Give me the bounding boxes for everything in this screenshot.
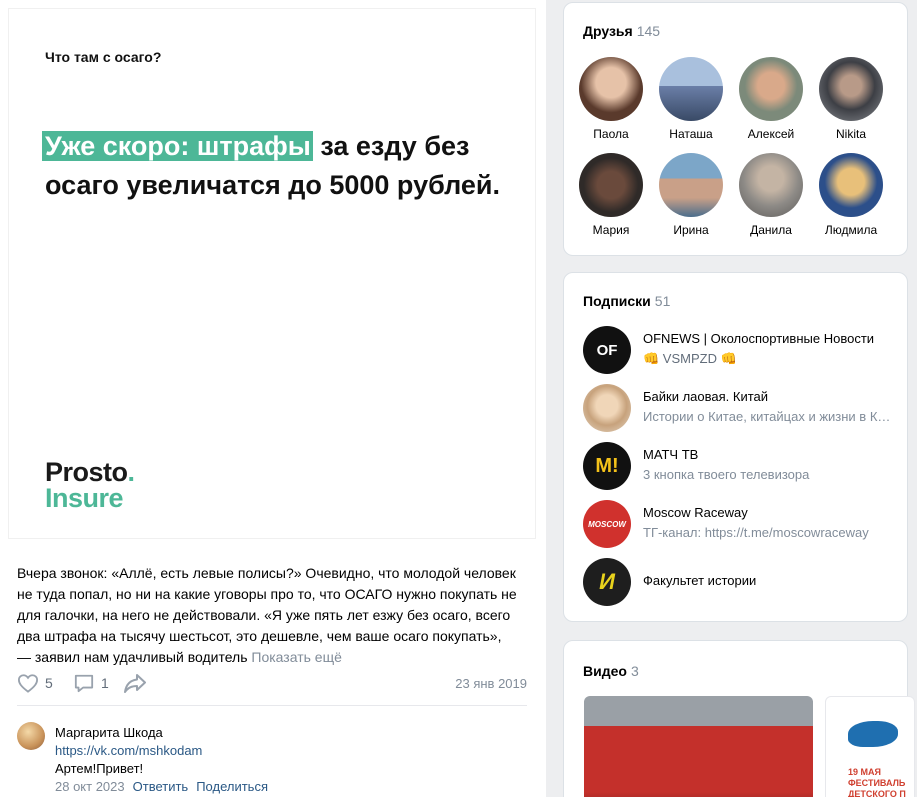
ofnews-avatar: OF (583, 326, 631, 374)
image-kicker: Что там с осаго? (45, 49, 162, 65)
friend-avatar (659, 57, 723, 121)
moscow-raceway-avatar: MOSCOW (583, 500, 631, 548)
subscriptions-title[interactable]: Подписки 51 (583, 293, 670, 309)
subscriptions-count: 51 (654, 293, 671, 309)
subscription-item[interactable]: MOSCOW Moscow Raceway ТГ-канал: https://… (583, 500, 893, 550)
friend-item[interactable]: Наташа (651, 57, 731, 141)
heart-icon (17, 673, 39, 693)
post-text: Вчера звонок: «Аллё, есть левые полисы?»… (17, 565, 517, 665)
divider (17, 705, 527, 706)
comment-text: Артем!Привет! (55, 761, 144, 776)
friend-avatar (819, 153, 883, 217)
friend-item[interactable]: Ирина (651, 153, 731, 237)
friends-count: 145 (636, 23, 661, 39)
friend-item[interactable]: Nikita (811, 57, 891, 141)
image-headline: Уже скоро: штрафы за езду без осаго увел… (42, 127, 505, 205)
share-comment-link[interactable]: Поделиться (196, 779, 268, 794)
friend-avatar (579, 57, 643, 121)
comment-author[interactable]: Маргарита Шкода (55, 724, 515, 742)
video-title[interactable]: Видео 3 (583, 663, 639, 679)
matchtv-avatar: M! (583, 442, 631, 490)
post-actions: 5 1 23 янв 2019 (17, 673, 527, 697)
post-image[interactable]: Что там с осаго? Уже скоро: штрафы за ез… (8, 8, 536, 539)
comment-count: 1 (101, 675, 109, 691)
prostoinsure-logo: Prosto. Insure (45, 457, 135, 513)
subscription-item[interactable]: И Факультет истории (583, 558, 893, 608)
friends-title[interactable]: Друзья 145 (583, 23, 660, 39)
subscription-item[interactable]: M! МАТЧ ТВ 3 кнопка твоего телевизора (583, 442, 893, 492)
post-date[interactable]: 23 янв 2019 (455, 676, 527, 691)
video-caption: 19 МАЯ ФЕСТИВАЛЬ ДЕТСКОГО П (848, 767, 906, 797)
show-more-link[interactable]: Показать ещё (251, 649, 342, 665)
comment-link[interactable]: https://vk.com/mshkodam (55, 742, 515, 760)
comment-icon (73, 673, 95, 693)
comment-avatar[interactable] (17, 722, 45, 750)
video-count: 3 (630, 663, 639, 679)
friend-item[interactable]: Данила (731, 153, 811, 237)
subscriptions-card: Подписки 51 OF OFNEWS | Околоспортивные Н… (563, 272, 908, 622)
friend-avatar (739, 153, 803, 217)
video-card: Видео 3 19 МАЯ ФЕСТИВАЛЬ ДЕТСКОГО П (563, 640, 915, 797)
friend-avatar (579, 153, 643, 217)
comment-date[interactable]: 28 окт 2023 (55, 779, 125, 794)
headline-highlight: Уже скоро: штрафы (42, 131, 313, 161)
friend-item[interactable]: Мария (571, 153, 651, 237)
friend-item[interactable]: Паола (571, 57, 651, 141)
reply-link[interactable]: Ответить (133, 779, 189, 794)
history-faculty-avatar: И (583, 558, 631, 606)
video-thumbnail[interactable] (584, 696, 813, 797)
friend-avatar (819, 57, 883, 121)
like-count: 5 (45, 675, 53, 691)
share-button[interactable] (123, 673, 147, 693)
subscription-item[interactable]: Байки лаовая. Китай Истории о Китае, кит… (583, 384, 893, 434)
subscription-item[interactable]: OF OFNEWS | Околоспортивные Новости 👊 VS… (583, 326, 893, 376)
baiki-avatar (583, 384, 631, 432)
friend-avatar (659, 153, 723, 217)
friends-card: Друзья 145 Паола Наташа Алексей Nikita Ма… (563, 2, 908, 256)
video-thumbnail[interactable]: 19 МАЯ ФЕСТИВАЛЬ ДЕТСКОГО П (825, 696, 915, 797)
friend-item[interactable]: Алексей (731, 57, 811, 141)
comment-button[interactable]: 1 (73, 673, 109, 693)
friend-item[interactable]: Людмила (811, 153, 891, 237)
like-button[interactable]: 5 (17, 673, 53, 693)
share-icon (123, 673, 147, 693)
post: Что там с осаго? Уже скоро: штрафы за ез… (0, 0, 546, 797)
friend-avatar (739, 57, 803, 121)
